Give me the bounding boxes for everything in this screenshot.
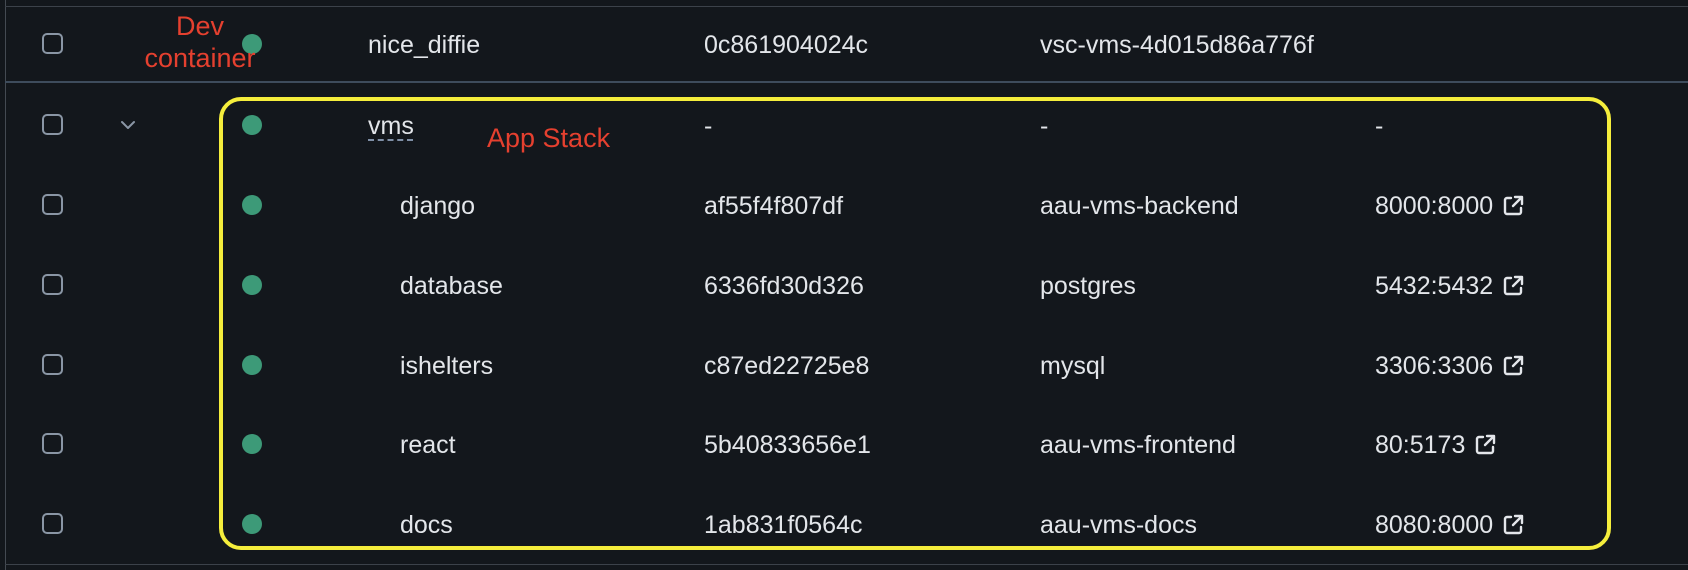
container-row-database[interactable]: database 6336fd30d326 postgres 5432:5432 [0,246,1688,326]
port-link[interactable]: 5432:5432 [1375,271,1525,301]
container-image: mysql [1040,352,1106,380]
container-port: - [1375,111,1383,141]
dev-container-annotation: Dev container [138,10,262,74]
port-text[interactable]: 80:5173 [1375,430,1465,460]
container-id: c87ed22725e8 [704,352,870,380]
container-image: - [1040,112,1049,140]
container-name[interactable]: django [400,191,475,221]
row-select-checkbox[interactable] [42,513,63,534]
external-link-icon[interactable] [1501,513,1525,537]
container-id: 6336fd30d326 [704,272,864,300]
container-image: vsc-vms-4d015d86a776f [1040,31,1314,59]
status-running-icon [242,514,262,534]
status-running-icon [242,355,262,375]
external-link-icon[interactable] [1501,194,1525,218]
port-text: - [1375,112,1384,140]
container-name[interactable]: database [400,271,503,301]
container-list: nice_diffie 0c861904024c vsc-vms-4d015d8… [0,0,1688,570]
container-image: aau-vms-backend [1040,192,1239,220]
container-row-django[interactable]: django af55f4f807df aau-vms-backend 8000… [0,166,1688,246]
stack-name[interactable]: vms [368,111,414,141]
port-link[interactable]: 3306:3306 [1375,351,1525,381]
port-text[interactable]: 5432:5432 [1375,271,1493,301]
port-text[interactable]: 8000:8000 [1375,191,1493,221]
app-stack-annotation: App Stack [487,123,611,153]
status-running-icon [242,434,262,454]
row-select-checkbox[interactable] [42,433,63,454]
status-running-icon [242,115,262,135]
port-link[interactable]: 80:5173 [1375,430,1497,460]
status-running-icon [242,275,262,295]
port-text[interactable]: 3306:3306 [1375,351,1493,381]
row-select-checkbox[interactable] [42,274,63,295]
container-id: 1ab831f0564c [704,511,863,539]
row-select-checkbox[interactable] [42,114,63,135]
container-row-docs[interactable]: docs 1ab831f0564c aau-vms-docs 8080:8000 [0,485,1688,565]
row-select-checkbox[interactable] [42,354,63,375]
stack-row-vms[interactable]: vms - - - [0,86,1688,166]
annotation-line: container [144,43,256,73]
container-id: af55f4f807df [704,192,844,220]
external-link-icon[interactable] [1501,354,1525,378]
port-text[interactable]: 8080:8000 [1375,510,1493,540]
container-id: 5b40833656e1 [704,431,871,459]
container-image: postgres [1040,272,1136,300]
container-row-ishelters[interactable]: ishelters c87ed22725e8 mysql 3306:3306 [0,326,1688,406]
port-link[interactable]: 8000:8000 [1375,191,1525,221]
external-link-icon[interactable] [1473,433,1497,457]
row-select-checkbox[interactable] [42,194,63,215]
container-row-react[interactable]: react 5b40833656e1 aau-vms-frontend 80:5… [0,405,1688,485]
external-link-icon[interactable] [1501,274,1525,298]
row-select-checkbox[interactable] [42,33,63,54]
container-image: aau-vms-docs [1040,511,1197,539]
container-name[interactable]: docs [400,510,453,540]
annotation-line: Dev [175,11,224,41]
container-name[interactable]: ishelters [400,351,493,381]
chevron-down-icon[interactable] [118,118,138,132]
container-image: aau-vms-frontend [1040,431,1236,459]
status-running-icon [242,195,262,215]
port-link[interactable]: 8080:8000 [1375,510,1525,540]
container-name[interactable]: react [400,430,456,460]
container-id: - [704,112,713,140]
container-id: 0c861904024c [704,31,869,59]
container-name[interactable]: nice_diffie [368,30,480,60]
